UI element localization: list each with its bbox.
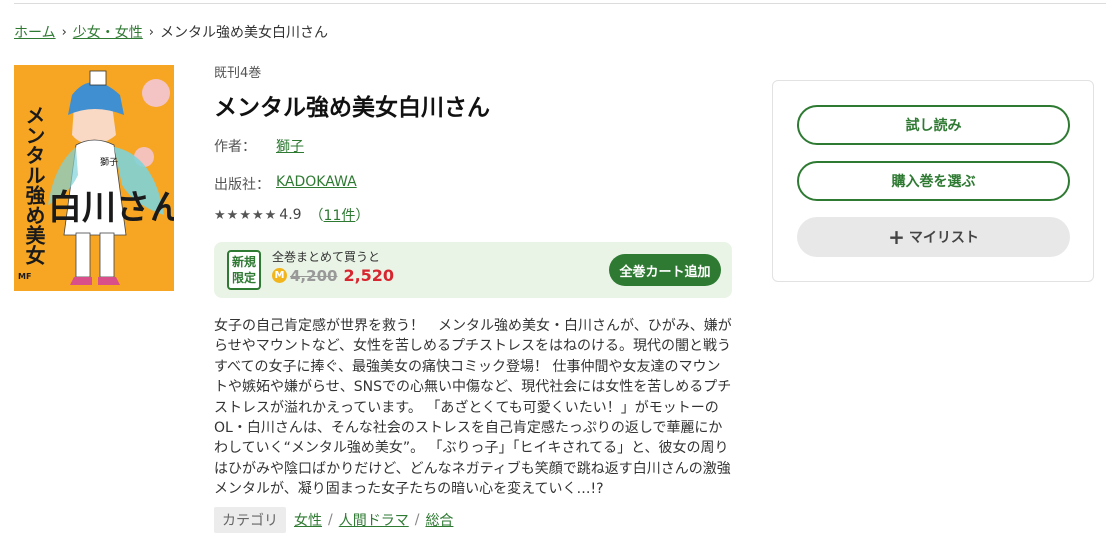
plus-icon: + <box>888 225 905 249</box>
author-row: 作者： 獅子 <box>214 136 304 156</box>
star-icon: ★ <box>251 207 264 223</box>
breadcrumb-home-link[interactable]: ホーム <box>14 22 56 42</box>
category-list: カテゴリ 女性 / 人間ドラマ / 総合 <box>214 507 453 533</box>
promo-prices: M 4,200 2,520 <box>272 266 394 285</box>
category-label: カテゴリ <box>214 507 286 533</box>
cover-publisher-mark: MF <box>18 272 31 281</box>
rating-count: （11件） <box>310 205 370 225</box>
cover-author: 獅子 <box>100 156 118 168</box>
rating: ★ ★ ★ ★ ★ 4.9 （11件） <box>214 205 369 225</box>
rating-stars: ★ ★ ★ ★ ★ <box>214 208 276 223</box>
breadcrumb-chevron-icon: › <box>148 24 154 40</box>
original-price: 4,200 <box>290 266 338 285</box>
cover-title-vertical: メンタル強め美女 <box>22 105 46 266</box>
book-cover-image[interactable]: メンタル強め美女 白川さん 獅子 MF <box>14 65 174 291</box>
new-user-badge: 新規 限定 <box>227 250 261 290</box>
cover-illustration: メンタル強め美女 白川さん 獅子 MF <box>14 65 174 291</box>
category-separator: / <box>414 512 420 528</box>
discounted-price: 2,520 <box>343 266 395 285</box>
star-icon: ★ <box>226 207 239 223</box>
coin-icon: M <box>272 268 287 283</box>
rating-count-close: ） <box>355 208 370 224</box>
category-link[interactable]: 女性 <box>294 510 322 530</box>
badge-line-2: 限定 <box>231 271 256 285</box>
mylist-label: マイリスト <box>908 230 979 246</box>
review-count-link[interactable]: 11件 <box>324 208 356 224</box>
badge-line-1: 新規 <box>231 255 256 269</box>
star-icon: ★ <box>264 207 277 223</box>
breadcrumb-current: メンタル強め美女白川さん <box>160 25 328 41</box>
add-to-mylist-button[interactable]: + マイリスト <box>797 217 1070 257</box>
book-description: 女子の自己肯定感が世界を救う！ メンタル強め美女・白川さんが、ひがみ、嫌がらせや… <box>214 318 732 498</box>
add-all-to-cart-button[interactable]: 全巻カート追加 <box>609 254 721 286</box>
star-icon: ★ <box>214 207 226 223</box>
breadcrumb-category-link[interactable]: 少女・女性 <box>73 22 143 42</box>
choose-volume-button[interactable]: 購入巻を選ぶ <box>797 161 1070 201</box>
breadcrumb-chevron-icon: › <box>61 24 67 40</box>
bulk-purchase-promo: 新規 限定 全巻まとめて買うと M 4,200 2,520 全巻カート追加 <box>214 242 732 298</box>
category-link[interactable]: 総合 <box>425 510 453 530</box>
top-divider <box>14 3 1106 4</box>
publisher-link[interactable]: KADOKAWA <box>276 174 357 194</box>
book-title: メンタル強め美女白川さん <box>214 95 490 121</box>
category-link[interactable]: 人間ドラマ <box>339 510 409 530</box>
promo-text: 全巻まとめて買うと <box>272 250 381 264</box>
breadcrumb: ホーム › 少女・女性 › メンタル強め美女白川さん <box>14 22 328 42</box>
star-icon: ★ <box>239 207 251 223</box>
trial-read-button[interactable]: 試し読み <box>797 105 1070 145</box>
rating-count-open: （ <box>309 208 324 224</box>
rating-value: 4.9 <box>279 207 302 223</box>
author-label: 作者： <box>214 139 256 155</box>
purchase-actions-panel: 試し読み 購入巻を選ぶ + マイリスト <box>772 80 1094 282</box>
author-link[interactable]: 獅子 <box>276 136 304 156</box>
publisher-row: 出版社： KADOKAWA <box>214 174 357 194</box>
volume-count: 既刊4巻 <box>214 66 262 81</box>
publisher-label: 出版社： <box>214 177 270 193</box>
cover-title-large: 白川さん <box>48 188 174 228</box>
category-separator: / <box>328 512 333 528</box>
